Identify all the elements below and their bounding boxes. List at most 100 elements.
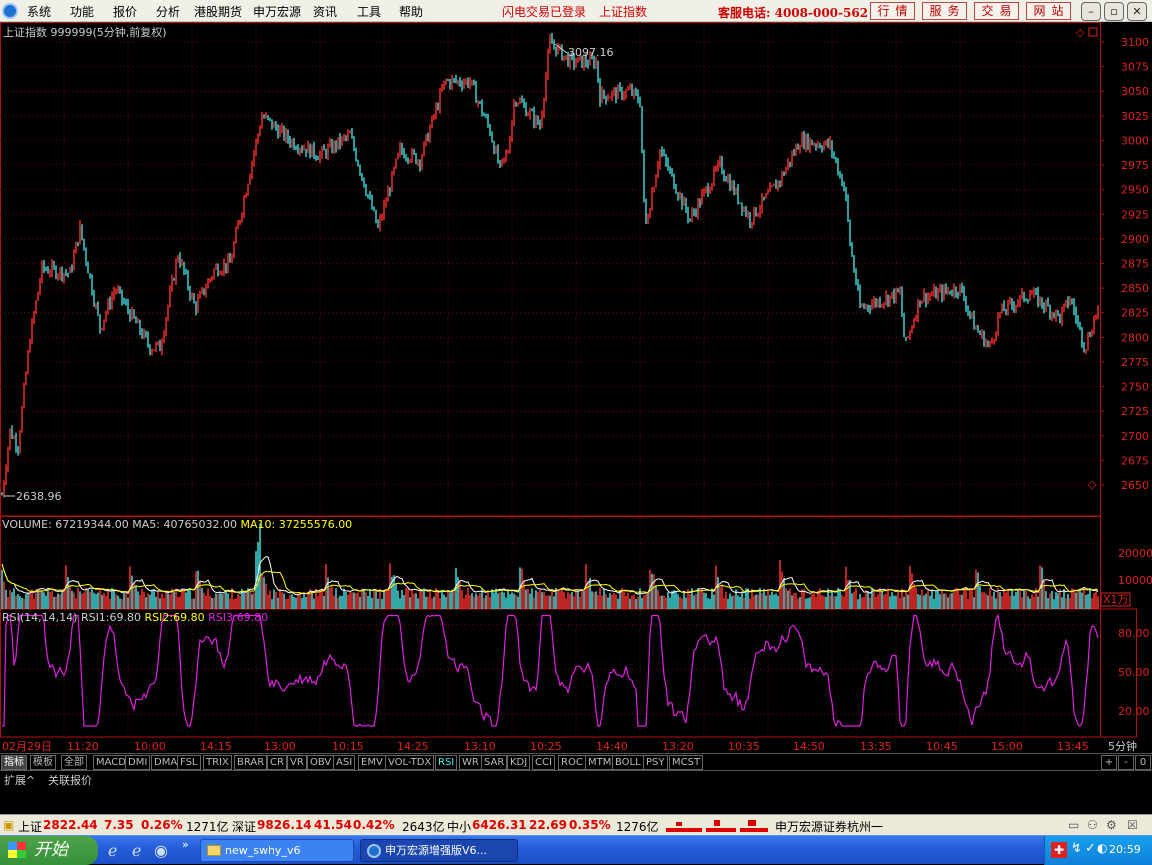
system-tray: ✚ ↯ ✓ ◐ 20:59 (1044, 836, 1152, 865)
price-tick-label: 2825 (1121, 307, 1149, 320)
zoom-in-button[interactable]: + (1101, 755, 1117, 770)
time-tick-label: 14:40 (596, 740, 628, 753)
indicator-kdj[interactable]: KDJ (507, 755, 531, 770)
menu-analysis[interactable]: 分析 (156, 3, 180, 20)
menu-help[interactable]: 帮助 (399, 3, 423, 20)
price-tick-label: 2925 (1121, 208, 1149, 221)
broadcast-icon[interactable]: ⚇ (1087, 818, 1098, 832)
indicator-wr[interactable]: WR (459, 755, 482, 770)
template-tab[interactable]: 模板 (30, 755, 56, 770)
close-panel-icon[interactable]: ☒ (1127, 818, 1138, 832)
menu-news[interactable]: 资讯 (313, 3, 337, 20)
indicator-dmi[interactable]: DMI (125, 755, 151, 770)
menu-swhy[interactable]: 申万宏源 (253, 3, 301, 20)
volume-icon[interactable]: ◐ (1097, 841, 1107, 855)
volume-axis-10000: 10000 (1118, 574, 1152, 587)
indicator-brar[interactable]: BRAR (234, 755, 268, 770)
all-tab[interactable]: 全部 (61, 755, 87, 770)
task-folder[interactable]: new_swhy_v6 (200, 839, 354, 862)
status-square-icon[interactable]: ▭ (1068, 818, 1079, 832)
time-tick-label: 14:25 (397, 740, 429, 753)
related-quote-tab[interactable]: 关联报价 (48, 772, 92, 788)
antivirus-icon[interactable]: ✚ (1051, 842, 1067, 858)
indicator-obv[interactable]: OBV (307, 755, 335, 770)
indicator-vr[interactable]: VR (287, 755, 307, 770)
time-tick-label: 13:45 (1057, 740, 1089, 753)
ie-icon[interactable]: ℯ (108, 841, 117, 860)
check-icon[interactable]: ✓ (1085, 841, 1096, 856)
start-button[interactable]: 开始 (0, 836, 98, 865)
expand-quicklaunch-icon[interactable]: » (182, 838, 189, 851)
indicator-tab[interactable]: 指标 (1, 755, 27, 770)
corner-marker-icon: ◇ (1088, 478, 1097, 491)
indicator-psy[interactable]: PSY (643, 755, 668, 770)
sh-pct: 0.26% (141, 818, 183, 832)
volume-header: VOLUME: 67219344.00 MA5: 40765032.00 MA1… (2, 518, 352, 531)
market-button[interactable]: 行情 (870, 2, 915, 20)
zoom-out-button[interactable]: - (1118, 755, 1134, 770)
service-button[interactable]: 服务 (922, 2, 967, 20)
price-tick-label: 2775 (1121, 356, 1149, 369)
task-app[interactable]: 申万宏源增强版V6... (360, 839, 518, 862)
high-pointer (554, 43, 568, 54)
time-tick-label: 13:20 (662, 740, 694, 753)
indicator-mtm[interactable]: MTM (585, 755, 615, 770)
diamond-icon[interactable]: ◇ (1076, 26, 1085, 39)
current-index-label: 上证指数 (599, 5, 648, 19)
indicator-cci[interactable]: CCI (532, 755, 555, 770)
indicator-macd[interactable]: MACD (93, 755, 129, 770)
indicator-vol-tdx[interactable]: VOL-TDX (385, 755, 435, 770)
indicator-mcst[interactable]: MCST (669, 755, 704, 770)
indicator-cr[interactable]: CR (267, 755, 287, 770)
close-icon[interactable]: ✕ (1127, 2, 1147, 21)
trade-button[interactable]: 交易 (974, 2, 1019, 20)
indicator-asi[interactable]: ASI (333, 755, 356, 770)
indicator-sar[interactable]: SAR (481, 755, 508, 770)
time-tick-label: 11:20 (67, 740, 99, 753)
period-label[interactable]: 5分钟 (1108, 739, 1137, 753)
indicator-trix[interactable]: TRIX (203, 755, 232, 770)
price-tick-label: 2650 (1121, 479, 1149, 492)
menu-tools[interactable]: 工具 (357, 3, 381, 20)
high-label: 3097.16 (568, 46, 614, 59)
website-button[interactable]: 网站 (1026, 2, 1071, 20)
chart-area[interactable]: 上证指数 999999(5分钟,前复权) ◇ 3097.16 2638.96 ◇… (0, 22, 1152, 753)
indicator-rsi[interactable]: RSI (435, 755, 458, 770)
network-icon[interactable]: ↯ (1071, 841, 1082, 856)
start-label: 开始 (34, 840, 68, 860)
status-bar: ▣ 上证 2822.44 7.35 0.26% 1271亿 深证 9826.14… (0, 814, 1152, 835)
sh-name: 上证 (18, 820, 43, 834)
reset-button[interactable]: 0 (1135, 755, 1151, 770)
sh-price: 2822.44 (43, 818, 98, 832)
price-axis: 3100 3075 3050 3025 3000 2975 2950 2925 2900 2875… (1100, 36, 1149, 492)
menu-hk-futures[interactable]: 港股期货 (194, 3, 242, 20)
extend-tab[interactable]: 扩展^ (4, 772, 35, 788)
price-tick-label: 2725 (1121, 405, 1149, 418)
price-tick-label: 2675 (1121, 454, 1149, 467)
indicator-emv[interactable]: EMV (358, 755, 386, 770)
sz-name: 深证 (232, 820, 257, 834)
volume-axis-20000: 20000 (1118, 547, 1152, 560)
time-tick-label: 10:15 (332, 740, 364, 753)
sh-change: 7.35 (104, 818, 134, 832)
minimize-icon[interactable]: – (1081, 2, 1101, 21)
time-axis: 02月29日 11:20 10:00 14:15 13:00 10:15 14:25 13:1… (2, 740, 1089, 753)
ie-icon-2[interactable]: ℯ (132, 841, 141, 860)
sz-amount: 2643亿 (402, 820, 445, 834)
window-mode-icon[interactable] (1088, 27, 1098, 37)
restore-icon[interactable]: ▫ (1104, 2, 1124, 21)
price-tick-label: 2700 (1121, 430, 1149, 443)
indicator-fsl[interactable]: FSL (177, 755, 201, 770)
time-tick-label: 13:10 (464, 740, 496, 753)
alert-icon[interactable]: ▣ (3, 818, 14, 832)
indicator-dma[interactable]: DMA (151, 755, 181, 770)
price-tick-label: 3025 (1121, 110, 1149, 123)
menu-quote[interactable]: 报价 (113, 3, 137, 20)
indicator-roc[interactable]: ROC (558, 755, 586, 770)
globe-icon[interactable]: ◉ (154, 841, 168, 860)
price-tick-label: 2850 (1121, 282, 1149, 295)
indicator-boll[interactable]: BOLL (612, 755, 644, 770)
menu-system[interactable]: 系统 (27, 3, 51, 20)
settings-icon[interactable]: ⚙ (1106, 818, 1117, 832)
menu-function[interactable]: 功能 (70, 3, 94, 20)
